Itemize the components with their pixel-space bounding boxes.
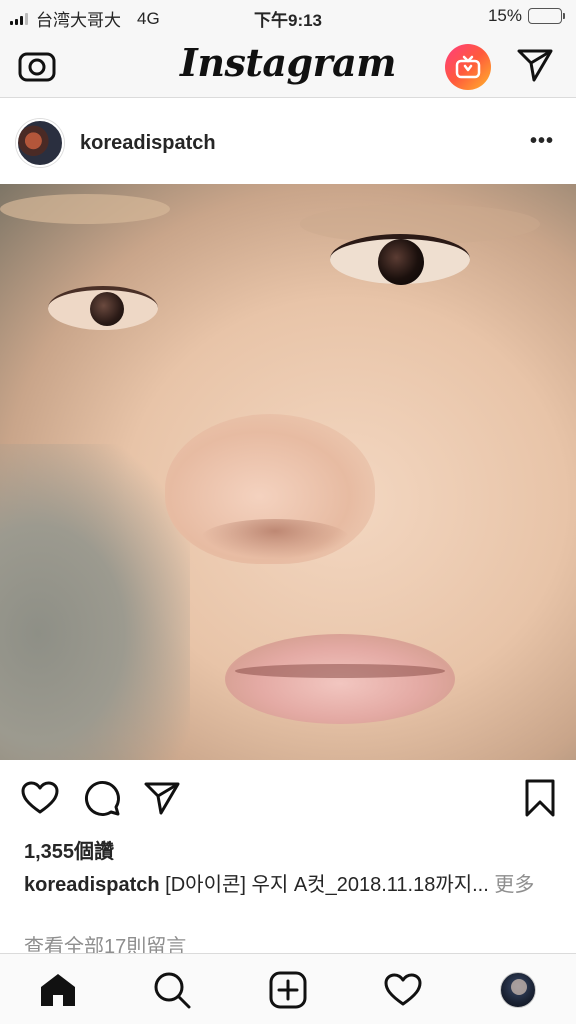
caption-more-link[interactable]: 更多 bbox=[494, 874, 534, 896]
top-navigation: Instagram bbox=[0, 32, 576, 98]
post-actions bbox=[0, 760, 576, 832]
comment-icon[interactable] bbox=[82, 778, 122, 818]
status-bar: 台湾大哥大 4G 下午9:13 15% bbox=[0, 0, 576, 32]
avatar[interactable] bbox=[16, 119, 64, 167]
battery-icon bbox=[528, 8, 565, 24]
home-icon[interactable] bbox=[36, 968, 80, 1012]
post-photo[interactable] bbox=[0, 184, 576, 760]
battery-percent: 15% bbox=[487, 6, 522, 25]
search-icon[interactable] bbox=[150, 968, 194, 1012]
post-caption: koreadispatch [D아이콘] 우지 A컷_2018.11.18까지.… bbox=[24, 872, 554, 898]
photo-detail bbox=[330, 234, 470, 285]
igtv-icon[interactable] bbox=[445, 44, 491, 90]
heart-icon[interactable] bbox=[20, 778, 60, 818]
bookmark-icon[interactable] bbox=[520, 778, 560, 818]
profile-tab[interactable] bbox=[496, 968, 540, 1012]
bottom-tab-bar bbox=[0, 953, 576, 1024]
activity-heart-icon[interactable] bbox=[381, 968, 425, 1012]
photo-detail bbox=[235, 664, 445, 678]
caption-username[interactable]: koreadispatch bbox=[24, 874, 160, 896]
post-username[interactable]: koreadispatch bbox=[80, 132, 216, 155]
photo-background bbox=[0, 444, 190, 760]
caption-text: [D아이콘] 우지 A컷_2018.11.18까지... bbox=[159, 874, 495, 896]
like-count[interactable]: 1,355個讚 bbox=[24, 835, 114, 864]
photo-detail bbox=[200, 519, 350, 559]
post-header: koreadispatch ••• bbox=[0, 99, 576, 184]
share-icon[interactable] bbox=[142, 778, 182, 818]
photo-detail bbox=[0, 194, 170, 224]
photo-detail bbox=[48, 286, 158, 330]
battery-status: 15% bbox=[487, 6, 565, 26]
more-options-icon[interactable]: ••• bbox=[522, 129, 562, 153]
paper-plane-icon[interactable] bbox=[514, 44, 556, 86]
photo-detail bbox=[225, 634, 455, 724]
profile-avatar[interactable] bbox=[500, 972, 536, 1008]
add-icon[interactable] bbox=[266, 968, 310, 1012]
